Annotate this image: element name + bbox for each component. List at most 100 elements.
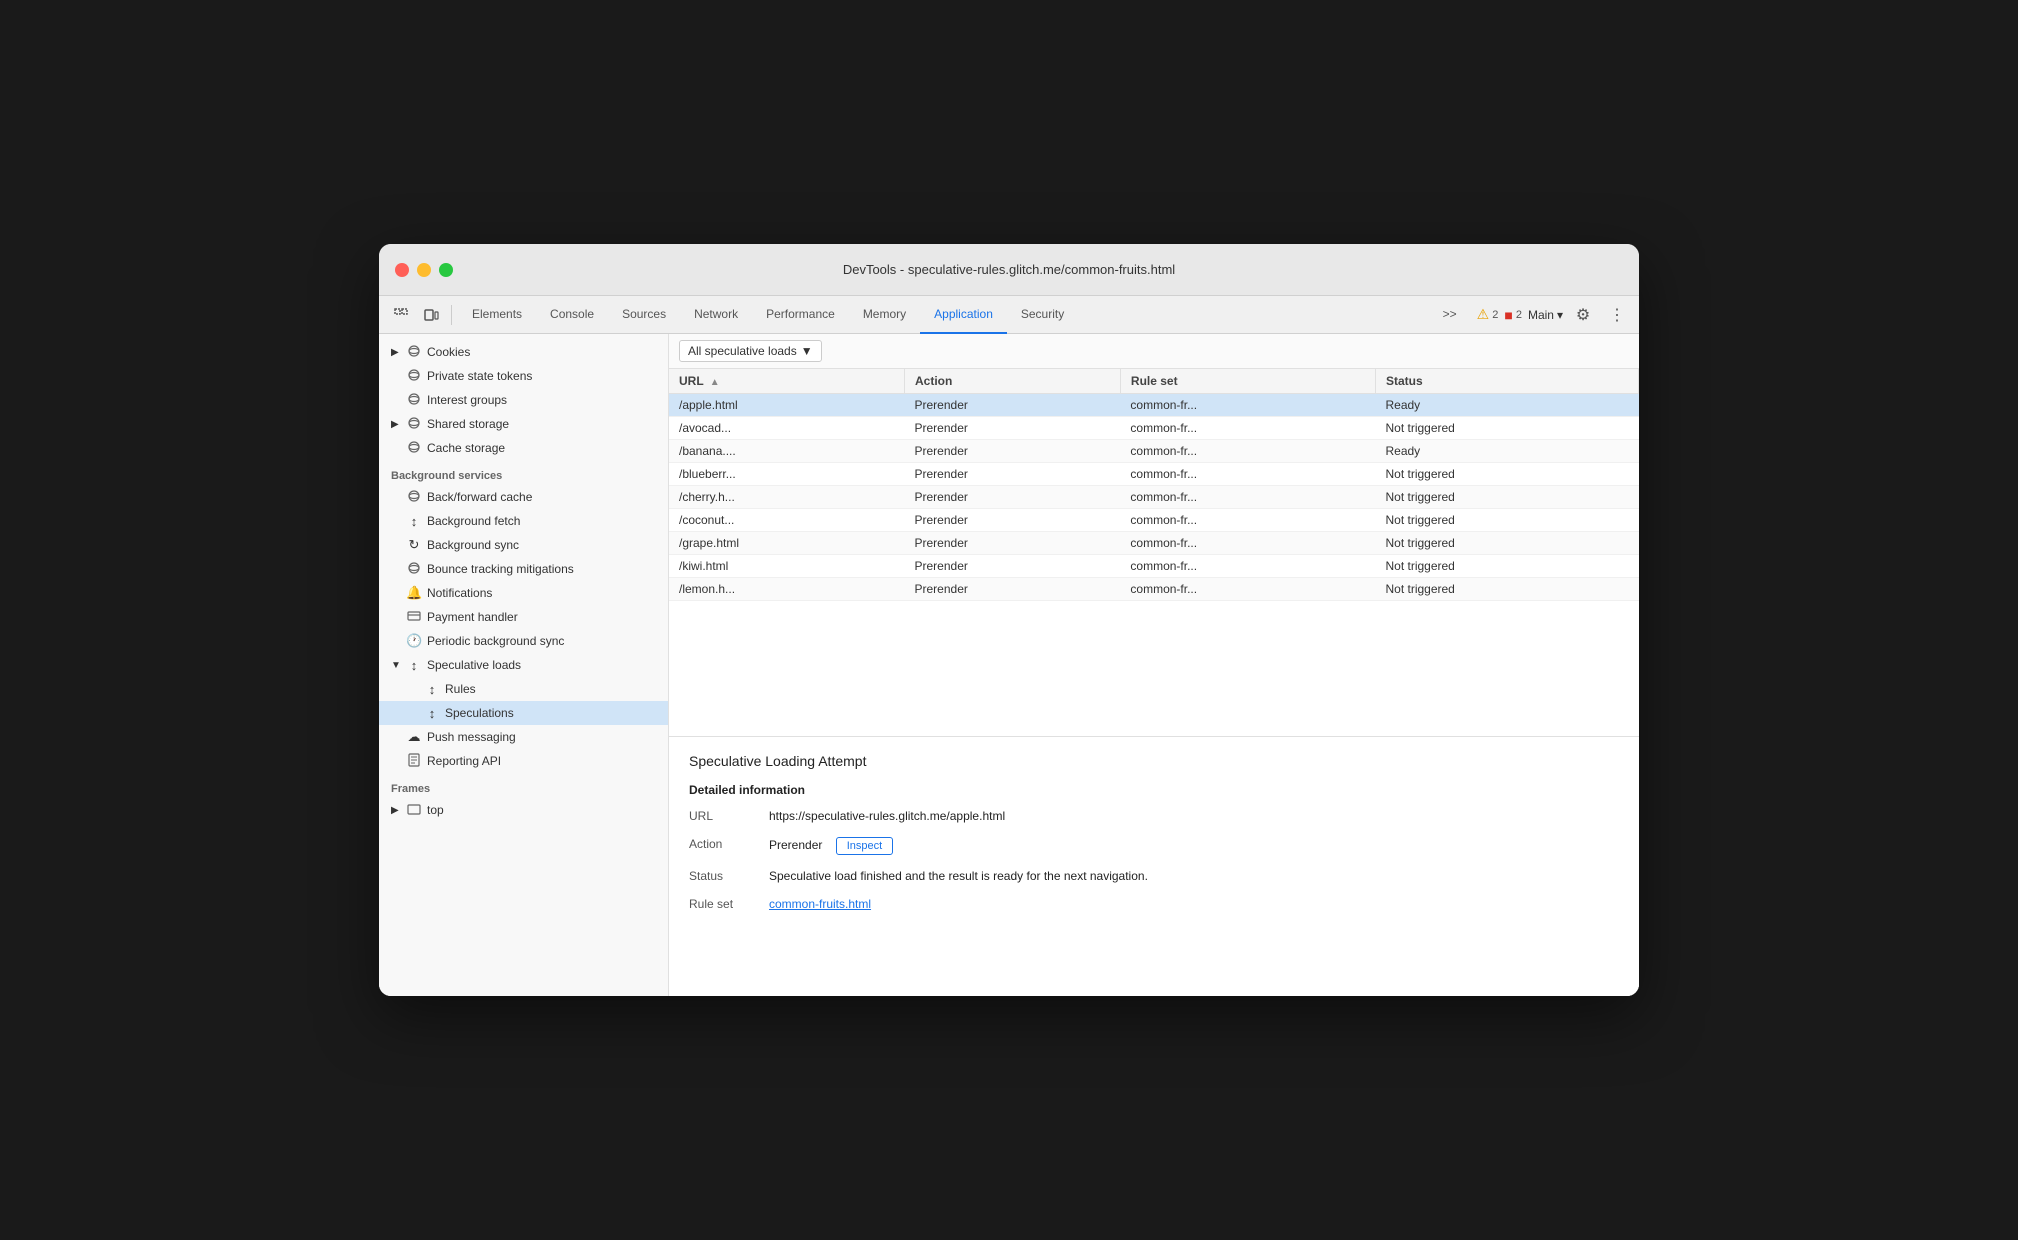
notifications-icon: 🔔 (406, 585, 422, 601)
cell-url: /cherry.h... (669, 486, 905, 509)
sidebar-item-backforward-cache[interactable]: ▶ Back/forward cache (379, 485, 668, 509)
sidebar-item-payment-handler[interactable]: ▶ Payment handler (379, 605, 668, 629)
cell-url: /banana.... (669, 440, 905, 463)
cell-rule-set: common-fr... (1120, 509, 1375, 532)
cell-url: /coconut... (669, 509, 905, 532)
detail-value-url: https://speculative-rules.glitch.me/appl… (769, 809, 1619, 823)
sidebar-item-interest-groups[interactable]: ▶ Interest groups (379, 388, 668, 412)
tab-elements[interactable]: Elements (458, 296, 536, 334)
sidebar-item-rules[interactable]: ▶ ↕ Rules (379, 677, 668, 701)
error-count: 2 (1516, 309, 1522, 321)
table-row[interactable]: /apple.htmlPrerendercommon-fr...Ready (669, 394, 1639, 417)
detail-label-action: Action (689, 837, 769, 851)
cell-rule-set: common-fr... (1120, 463, 1375, 486)
tab-network[interactable]: Network (680, 296, 752, 334)
rules-icon: ↕ (424, 682, 440, 697)
sidebar-item-label: Bounce tracking mitigations (427, 562, 574, 576)
sidebar-item-top[interactable]: ▶ top (379, 798, 668, 822)
warning-count: 2 (1492, 309, 1498, 321)
sidebar-item-bounce-tracking[interactable]: ▶ Bounce tracking mitigations (379, 557, 668, 581)
cell-status: Not triggered (1375, 486, 1638, 509)
rule-set-link[interactable]: common-fruits.html (769, 897, 871, 911)
table-row[interactable]: /lemon.h...Prerendercommon-fr...Not trig… (669, 578, 1639, 601)
sidebar-item-private-state-tokens[interactable]: ▶ Private state tokens (379, 364, 668, 388)
toolbar-divider (451, 305, 452, 325)
detail-panel: Speculative Loading Attempt Detailed inf… (669, 736, 1639, 996)
sidebar-item-label: Notifications (427, 586, 492, 600)
cell-action: Prerender (905, 486, 1121, 509)
detail-row-status: Status Speculative load finished and the… (689, 869, 1619, 883)
sidebar-item-cookies[interactable]: ▶ Cookies (379, 340, 668, 364)
sidebar-item-periodic-background-sync[interactable]: ▶ 🕐 Periodic background sync (379, 629, 668, 653)
detail-row-rule-set: Rule set common-fruits.html (689, 897, 1619, 911)
sidebar-item-speculative-loads[interactable]: ▼ ↕ Speculative loads (379, 653, 668, 677)
background-fetch-icon: ↕ (406, 514, 422, 529)
speculative-loads-table: URL ▲ Action Rule set Status /apple.html… (669, 369, 1639, 601)
sidebar-item-background-sync[interactable]: ▶ ↻ Background sync (379, 533, 668, 557)
speculative-loads-icon: ↕ (406, 658, 422, 673)
sidebar-item-notifications[interactable]: ▶ 🔔 Notifications (379, 581, 668, 605)
table-row[interactable]: /kiwi.htmlPrerendercommon-fr...Not trigg… (669, 555, 1639, 578)
main-label: Main (1528, 308, 1554, 322)
table-row[interactable]: /cherry.h...Prerendercommon-fr...Not tri… (669, 486, 1639, 509)
arrow-icon: ▼ (391, 660, 401, 671)
main-dropdown[interactable]: Main ▾ (1528, 308, 1563, 322)
cell-url: /lemon.h... (669, 578, 905, 601)
more-tabs-button[interactable]: >> (1429, 296, 1471, 334)
element-picker-icon[interactable] (387, 301, 415, 329)
table-row[interactable]: /coconut...Prerendercommon-fr...Not trig… (669, 509, 1639, 532)
table-row[interactable]: /grape.htmlPrerendercommon-fr...Not trig… (669, 532, 1639, 555)
detail-label-url: URL (689, 809, 769, 823)
tab-bar: Elements Console Sources Network Perform… (379, 296, 1639, 334)
sidebar-item-reporting-api[interactable]: ▶ Reporting API (379, 749, 668, 773)
tab-security[interactable]: Security (1007, 296, 1078, 334)
tab-console[interactable]: Console (536, 296, 608, 334)
payment-handler-icon (406, 609, 422, 626)
cell-status: Not triggered (1375, 578, 1638, 601)
cell-rule-set: common-fr... (1120, 394, 1375, 417)
tab-memory[interactable]: Memory (849, 296, 920, 334)
detail-section-title: Detailed information (689, 783, 1619, 797)
filter-dropdown[interactable]: All speculative loads ▼ (679, 340, 822, 362)
sidebar-item-background-fetch[interactable]: ▶ ↕ Background fetch (379, 509, 668, 533)
sidebar-item-shared-storage[interactable]: ▶ Shared storage (379, 412, 668, 436)
sidebar-item-label: Interest groups (427, 393, 507, 407)
cell-action: Prerender (905, 394, 1121, 417)
content-top: All speculative loads ▼ URL ▲ (669, 334, 1639, 736)
devtools-window: DevTools - speculative-rules.glitch.me/c… (379, 244, 1639, 996)
sort-arrow: ▲ (710, 377, 720, 388)
maximize-button[interactable] (439, 263, 453, 277)
cell-action: Prerender (905, 417, 1121, 440)
cell-url: /grape.html (669, 532, 905, 555)
cell-url: /kiwi.html (669, 555, 905, 578)
sidebar-item-push-messaging[interactable]: ▶ ☁ Push messaging (379, 725, 668, 749)
more-options-icon[interactable]: ⋮ (1603, 301, 1631, 329)
detail-value-status: Speculative load finished and the result… (769, 869, 1619, 883)
inspect-button[interactable]: Inspect (836, 837, 893, 855)
detail-value-action: Prerender Inspect (769, 837, 1619, 855)
toolbar-right: >> ⚠ 2 ■ 2 Main ▾ ⚙ ⋮ (1429, 296, 1631, 334)
table-row[interactable]: /blueberr...Prerendercommon-fr...Not tri… (669, 463, 1639, 486)
window-title: DevTools - speculative-rules.glitch.me/c… (843, 262, 1175, 277)
sidebar-item-label: Background sync (427, 538, 519, 552)
minimize-button[interactable] (417, 263, 431, 277)
device-toolbar-icon[interactable] (417, 301, 445, 329)
close-button[interactable] (395, 263, 409, 277)
table-container: URL ▲ Action Rule set Status /apple.html… (669, 369, 1639, 736)
tab-performance[interactable]: Performance (752, 296, 849, 334)
tab-application[interactable]: Application (920, 296, 1007, 334)
table-row[interactable]: /banana....Prerendercommon-fr...Ready (669, 440, 1639, 463)
cell-url: /apple.html (669, 394, 905, 417)
speculations-icon: ↕ (424, 706, 440, 721)
sidebar-item-cache-storage[interactable]: ▶ Cache storage (379, 436, 668, 460)
main-area: ▶ Cookies ▶ Private state tokens ▶ (379, 334, 1639, 996)
settings-icon[interactable]: ⚙ (1569, 301, 1597, 329)
tab-sources[interactable]: Sources (608, 296, 680, 334)
detail-label-rule-set: Rule set (689, 897, 769, 911)
table-row[interactable]: /avocad...Prerendercommon-fr...Not trigg… (669, 417, 1639, 440)
cell-rule-set: common-fr... (1120, 486, 1375, 509)
warning-badge: ⚠ 2 (1477, 306, 1499, 323)
sidebar-item-speculations[interactable]: ▶ ↕ Speculations (379, 701, 668, 725)
filter-label: All speculative loads (688, 344, 797, 358)
cell-rule-set: common-fr... (1120, 555, 1375, 578)
